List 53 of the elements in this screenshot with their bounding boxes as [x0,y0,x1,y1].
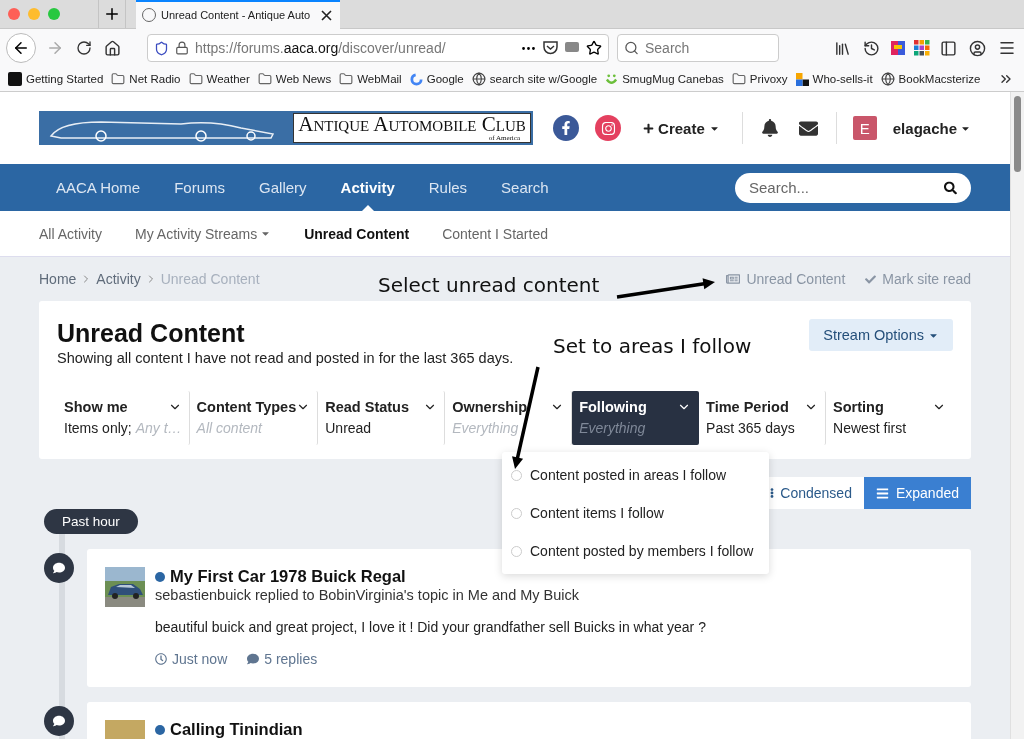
nav-tab[interactable]: AACA Home [39,164,158,211]
site-search-field[interactable]: Search... [735,172,971,203]
create-button[interactable]: Create [637,118,726,138]
tab-title: Unread Content - Antique Auto [161,9,312,21]
nav-tab[interactable]: Forums [157,164,243,211]
user-menu[interactable]: elagache [892,119,971,137]
bookmark[interactable]: BookMacsterize [880,72,981,86]
nav-tab[interactable]: Gallery [242,164,324,211]
subnav-tab[interactable]: Content I Started [442,225,548,242]
bookmark[interactable]: Getting Started [8,72,104,86]
bookmark[interactable]: Privoxy [731,72,788,86]
reply-count[interactable]: 5 replies [247,651,318,667]
page-title: Unread Content [57,319,246,348]
bookmark[interactable]: Net Radio [111,72,181,86]
bookmark[interactable]: SmugMug Canebas [605,72,724,86]
filter-tab[interactable]: Time Period Past 365 days [699,391,827,445]
subnav-tab[interactable]: All Activity [39,225,102,242]
bookmark[interactable]: WebMail [339,72,402,86]
subnav-tab[interactable]: My Activity Streams [135,225,272,242]
post-snippet: beautiful buick and great project, I love it ! Did your grandfather sell Buicks in what year ? [155,619,706,635]
topic-title[interactable]: Calling Tinindian [155,720,303,739]
annotation-text: Select unread content [378,273,600,297]
post-time: Just now [155,651,228,667]
bookmark[interactable]: search site w/Google [471,72,598,86]
filter-tab[interactable]: Following Everything [572,391,700,445]
filter-tab[interactable]: Show me Items only; Any t… [57,391,190,445]
activity-meta: sebastienbuick replied to BobinVirginia's topic in Me and My Buick [155,587,581,603]
period-label: Past hour [44,509,138,534]
nav-tab[interactable]: Activity [323,164,412,211]
bookmark[interactable]: Google [409,72,464,86]
stream-options-button[interactable]: Stream Options [809,319,953,351]
browser-tab[interactable]: Unread Content - Antique Auto [136,0,340,29]
breadcrumb-link[interactable]: Activity [96,271,141,287]
user-avatar[interactable]: E [852,116,877,140]
url-text: https://forums.aaca.org/discover/unread/ [195,40,447,56]
nav-tab[interactable]: Search [484,164,566,211]
bookmark[interactable]: Who-sells-it [795,72,873,86]
bookmark[interactable]: Web News [257,72,332,86]
stream-description: Showing all content I have not read and posted in for the last 365 days. [57,350,514,366]
logo-text: Antique Automobile Club [298,114,526,135]
filter-tab[interactable]: Content Types All content [189,391,319,445]
annotation-text: Set to areas I follow [553,334,752,358]
topic-title[interactable]: My First Car 1978 Buick Regal [155,567,706,586]
address-bar[interactable]: https://forums.aaca.org/discover/unread/ [147,34,609,62]
filter-tab[interactable]: Sorting Newest first [826,391,953,445]
filter-tab[interactable]: Read Status Unread [318,391,446,445]
menu-option[interactable]: Content posted by members I follow [502,532,769,570]
nav-tab[interactable]: Rules [411,164,485,211]
bookmark[interactable]: Weather [188,72,250,86]
view-toggle[interactable]: Expanded [863,477,971,509]
browser-search-field[interactable]: Search [617,34,779,62]
subnav-tab[interactable]: Unread Content [304,225,410,242]
breadcrumb-link[interactable]: Home [39,271,77,287]
